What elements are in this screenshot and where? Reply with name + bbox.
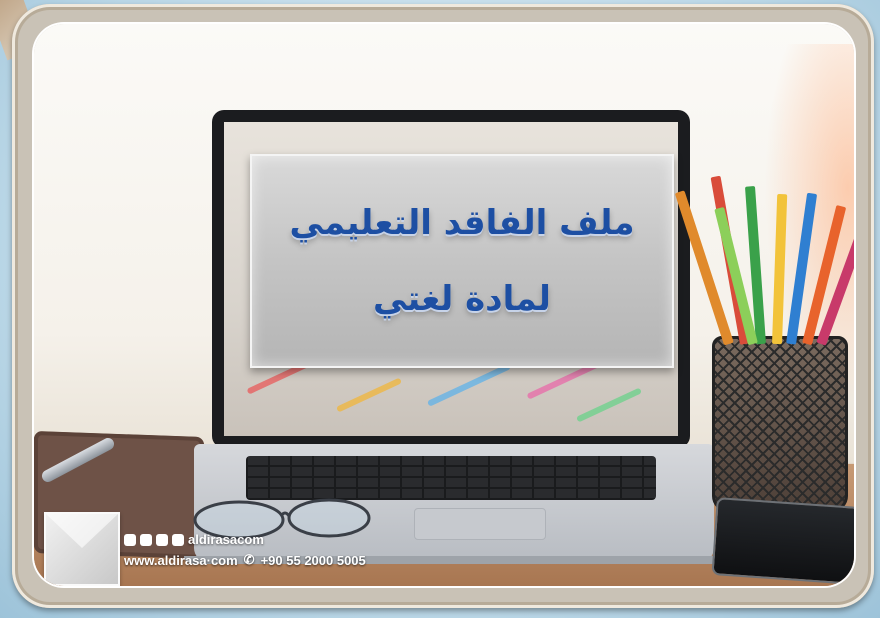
title-card: ملف الفاقد التعليمي لمادة لغتي	[250, 154, 674, 368]
title-line-1: ملف الفاقد التعليمي	[289, 203, 635, 243]
screen-decor	[426, 363, 512, 407]
screen-decor	[576, 387, 642, 423]
phone-number: +90 55 2000 5005	[260, 552, 366, 568]
brand-logo-box	[44, 512, 120, 586]
website-text: www.aldirasa·com	[124, 552, 238, 568]
twitter-icon	[140, 533, 152, 546]
phone-icon: ✆	[243, 552, 255, 567]
instagram-icon	[156, 533, 168, 546]
social-handle: aldirasacom	[188, 532, 264, 547]
pencil-cup	[712, 336, 848, 512]
youtube-icon	[172, 533, 184, 546]
cover-photo: ملف الفاقد التعليمي لمادة لغتي aldirasac…	[34, 24, 854, 586]
title-line-2: لمادة لغتي	[373, 279, 551, 319]
laptop-trackpad	[414, 508, 546, 540]
facebook-icon	[124, 533, 136, 546]
social-row: aldirasacom	[124, 532, 264, 547]
smartphone	[711, 497, 854, 585]
screen-decor	[336, 377, 402, 413]
contact-row: www.aldirasa·com ✆ +90 55 2000 5005	[124, 552, 366, 568]
